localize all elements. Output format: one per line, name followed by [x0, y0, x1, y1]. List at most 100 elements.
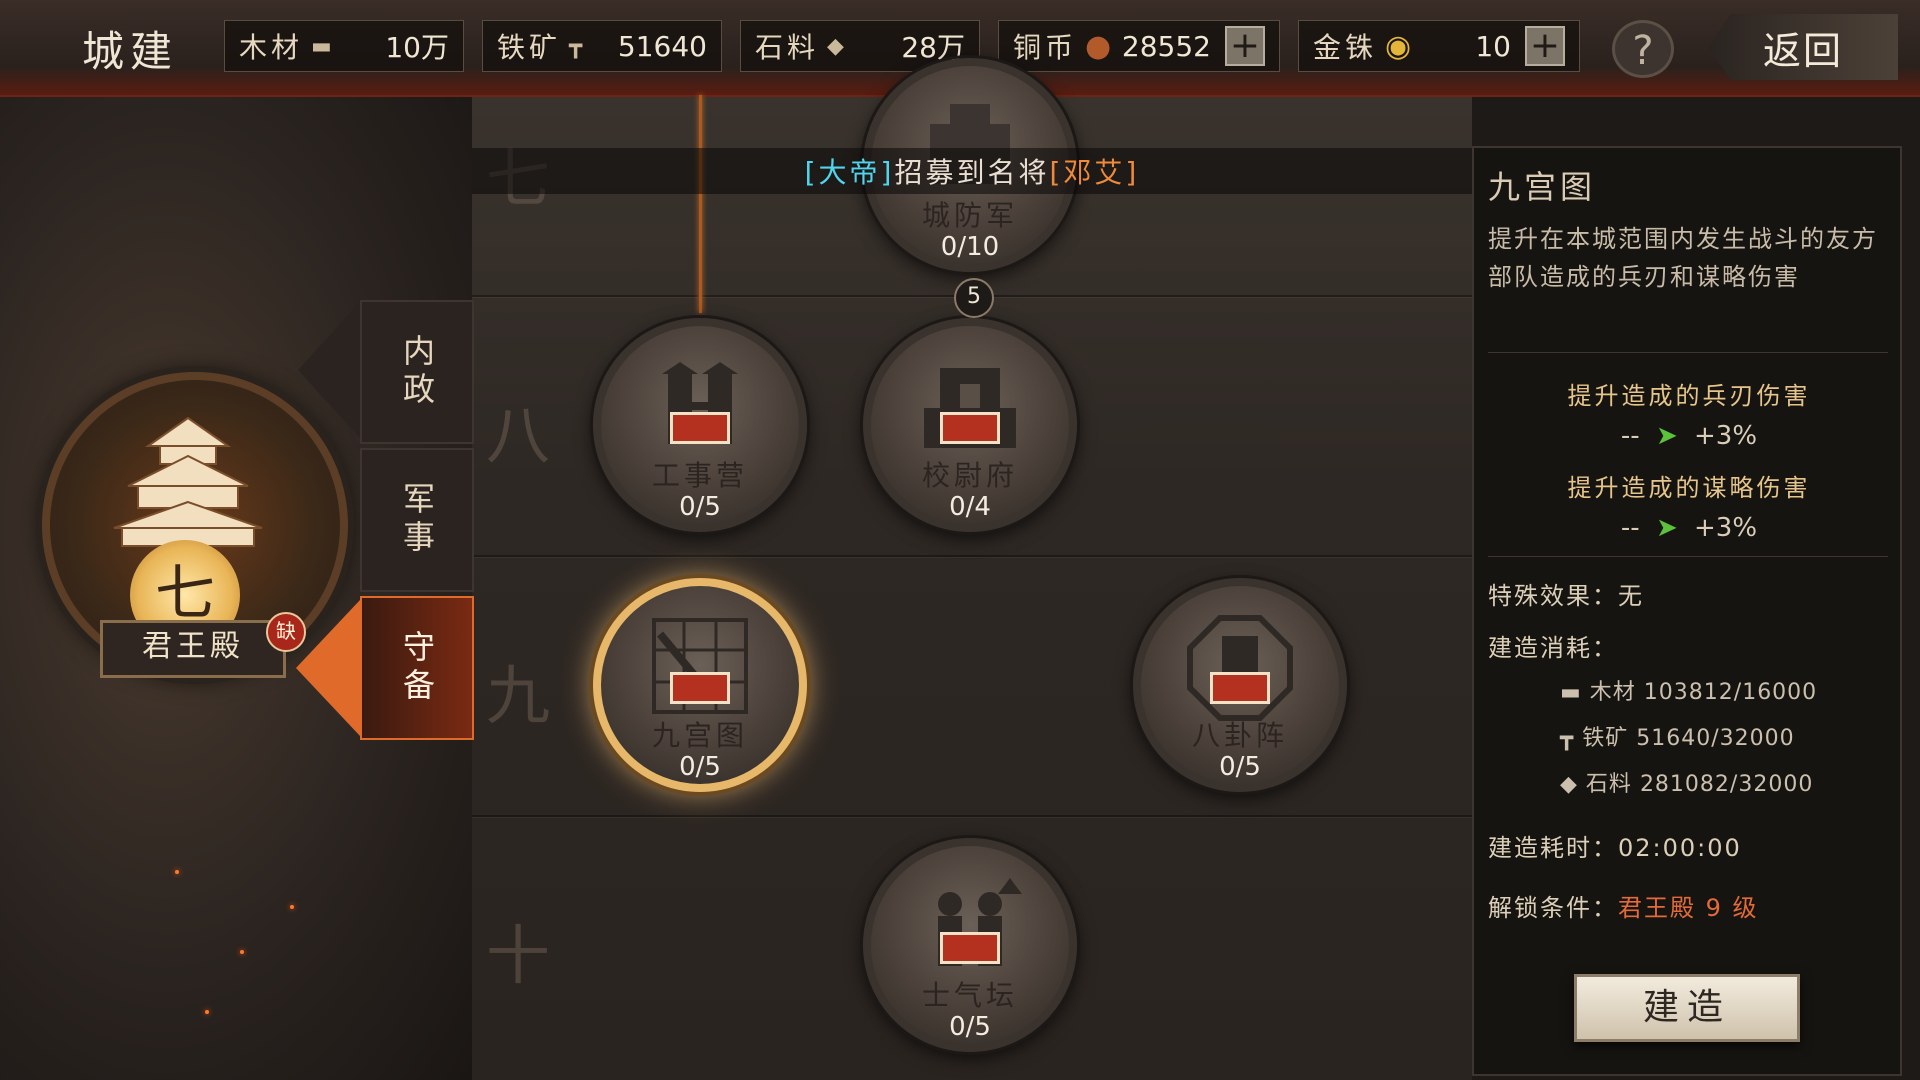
- workshop-icon: [662, 362, 738, 444]
- tab-military[interactable]: 军事: [360, 448, 474, 592]
- upgrade-arrow-icon: ➤: [1655, 513, 1678, 543]
- building-progress: 0/5: [679, 752, 721, 782]
- time-label: 建造耗时：: [1488, 834, 1618, 862]
- ember-decoration: [205, 1010, 209, 1014]
- tier-label: 十: [486, 920, 550, 994]
- tab-civil[interactable]: 内政: [360, 300, 474, 444]
- unlock-label: 解锁条件：: [1488, 894, 1618, 922]
- tab-arrow-decoration: [298, 302, 360, 438]
- notice-general: [邓艾]: [1049, 156, 1140, 189]
- requirement-badge: 5: [954, 278, 994, 318]
- resource-label: 石料: [755, 31, 820, 64]
- time-value: 02:00:00: [1618, 834, 1742, 862]
- building-name: 城防军: [921, 199, 1018, 232]
- upgrade-arrow-icon: ➤: [1655, 421, 1678, 451]
- building-node[interactable]: 士气坛 0/5: [863, 838, 1077, 1052]
- stat-block: 提升造成的谋略伤害 -- ➤ +3%: [1474, 468, 1904, 543]
- row-divider: [472, 555, 1472, 557]
- tab-arrow-active: [296, 600, 360, 736]
- nine-palace-grid-icon: [652, 618, 748, 714]
- tab-label: 内政: [398, 334, 436, 410]
- cost-name: 铁矿: [1582, 726, 1629, 751]
- cost-row: ┳ 铁矿 51640/32000: [1560, 720, 1795, 752]
- wood-icon: ▬: [1560, 680, 1590, 705]
- cost-value: 281082/32000: [1639, 772, 1814, 797]
- tab-defense[interactable]: 守备: [360, 596, 474, 740]
- morale-altar-icon: [938, 878, 1022, 966]
- building-name: 士气坛: [921, 979, 1018, 1012]
- build-marker-icon: [670, 412, 730, 444]
- resource-label: 铁矿: [497, 31, 562, 64]
- resource-value: 10: [1475, 29, 1511, 63]
- building-node[interactable]: 工事营 0/5: [593, 318, 807, 532]
- wood-icon: ▬: [311, 33, 332, 59]
- building-progress: 0/5: [679, 492, 721, 522]
- tab-label: 军事: [398, 482, 436, 558]
- stat-current: --: [1620, 513, 1640, 543]
- ember-decoration: [175, 870, 179, 874]
- resource-label: 木材: [239, 31, 304, 64]
- building-name[interactable]: 君王殿: [100, 620, 286, 678]
- resource-value: 51640: [617, 29, 707, 63]
- recruit-notice: [大帝] 招募到名将 [邓艾]: [472, 148, 1472, 194]
- divider: [1488, 556, 1888, 557]
- build-marker-icon: [940, 412, 1000, 444]
- resource-label: 金铢: [1313, 31, 1378, 64]
- building-progress: 0/5: [1219, 752, 1261, 782]
- copper-coin-icon: ●: [1085, 28, 1112, 64]
- building-node-selected[interactable]: 九宫图 0/5: [593, 578, 807, 792]
- page-title: 城建: [82, 27, 179, 76]
- detail-title: 九宫图: [1488, 168, 1597, 206]
- building-name: 八卦阵: [1191, 719, 1288, 752]
- stat-next: +3%: [1694, 513, 1758, 543]
- tier-label: 八: [486, 400, 550, 474]
- build-marker-icon: [670, 672, 730, 704]
- stat-value: -- ➤ +3%: [1474, 421, 1904, 451]
- resource-wood: 木材 ▬ 10万: [224, 20, 464, 72]
- special-effect-row: 特殊效果：无: [1488, 576, 1644, 611]
- cost-row: ▬ 木材 103812/16000: [1560, 674, 1817, 706]
- building-node[interactable]: 校尉府 0/4: [863, 318, 1077, 532]
- stat-value: -- ➤ +3%: [1474, 513, 1904, 543]
- palace-icon: [113, 416, 263, 547]
- ember-decoration: [290, 905, 294, 909]
- stat-block: 提升造成的兵刃伤害 -- ➤ +3%: [1474, 376, 1904, 451]
- resource-value: 28552: [1121, 29, 1211, 63]
- add-gold-button[interactable]: +: [1525, 26, 1565, 66]
- detail-description: 提升在本城范围内发生战斗的友方部队造成的兵刃和谋略伤害: [1488, 225, 1878, 291]
- cost-row: ◆ 石料 281082/32000: [1560, 766, 1813, 798]
- cost-label: 建造消耗：: [1488, 634, 1618, 662]
- add-copper-button[interactable]: +: [1225, 26, 1265, 66]
- cost-name: 石料: [1585, 772, 1632, 797]
- cost-value: 51640/32000: [1636, 726, 1795, 751]
- cost-value: 103812/16000: [1643, 680, 1818, 705]
- building-node[interactable]: 八卦阵 0/5: [1133, 578, 1347, 792]
- resource-copper: 铜币 ● 28552 +: [998, 20, 1280, 72]
- stat-current: --: [1620, 421, 1640, 451]
- bagua-icon: [1187, 615, 1293, 721]
- tab-label: 守备: [398, 630, 436, 706]
- divider: [1488, 352, 1888, 353]
- building-progress: 0/4: [949, 492, 991, 522]
- building-progress: 0/5: [949, 1012, 991, 1042]
- ember-decoration: [240, 950, 244, 954]
- special-label: 特殊效果：: [1488, 582, 1618, 610]
- back-label: 返回: [1762, 28, 1843, 73]
- resource-iron: 铁矿 ┳ 51640: [482, 20, 722, 72]
- stat-next: +3%: [1694, 421, 1758, 451]
- build-marker-icon: [940, 932, 1000, 964]
- back-button[interactable]: 返回: [1708, 14, 1898, 80]
- build-button[interactable]: 建造: [1574, 974, 1800, 1042]
- building-progress: 0/10: [940, 232, 1000, 262]
- stone-icon: ◆: [827, 33, 844, 59]
- resource-label: 铜币: [1013, 31, 1078, 64]
- build-time-row: 建造耗时：02:00:00: [1488, 828, 1742, 863]
- resource-gold: 金铢 ◉ 10 +: [1298, 20, 1580, 72]
- building-name: 九宫图: [651, 719, 748, 752]
- unlock-value: 君王殿 9 级: [1618, 894, 1759, 922]
- tree-connector: [699, 95, 702, 313]
- iron-icon: ┳: [1560, 726, 1583, 751]
- iron-icon: ┳: [569, 33, 583, 59]
- help-button[interactable]: ?: [1612, 20, 1674, 78]
- citadel-icon: [924, 368, 1016, 448]
